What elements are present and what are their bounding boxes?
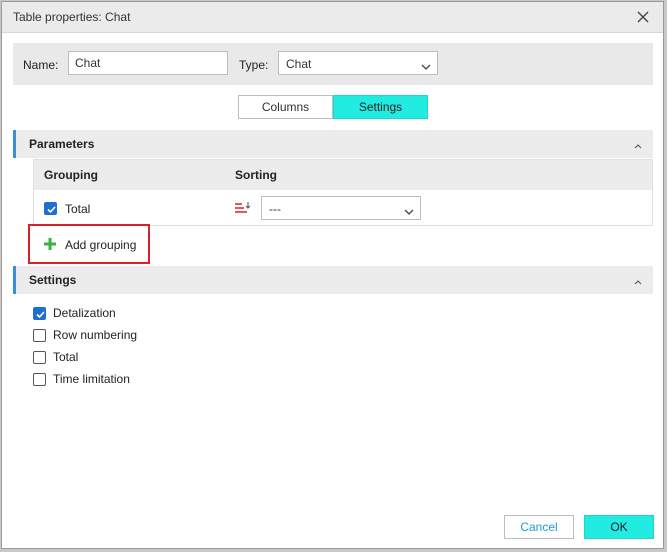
cancel-button[interactable]: Cancel	[504, 515, 574, 539]
sorting-select-value: ---	[269, 202, 281, 216]
name-input[interactable]: Chat	[68, 51, 228, 75]
total-checkbox[interactable]	[33, 351, 46, 364]
chevron-down-icon	[404, 205, 414, 215]
row-numbering-label: Row numbering	[53, 328, 138, 342]
type-select-value: Chat	[286, 57, 312, 71]
detalization-label: Detalization	[53, 306, 116, 320]
dialog-title: Table properties: Chat	[13, 10, 131, 24]
grouping-table-header: Grouping Sorting	[34, 160, 652, 190]
detalization-checkbox[interactable]	[33, 307, 46, 320]
time-limitation-label: Time limitation	[53, 372, 130, 386]
grouping-column-header: Grouping	[44, 168, 98, 182]
total-label: Total	[53, 350, 79, 364]
chevron-up-icon[interactable]	[633, 139, 643, 149]
sorting-select[interactable]: ---	[261, 196, 421, 220]
add-grouping-button[interactable]: Add grouping	[65, 238, 136, 252]
settings-title: Settings	[29, 273, 77, 287]
type-select[interactable]: Chat	[278, 51, 438, 75]
check-icon	[47, 206, 56, 214]
row-numbering-checkbox[interactable]	[33, 329, 46, 342]
time-limitation-checkbox[interactable]	[33, 373, 46, 386]
name-label: Name:	[23, 58, 59, 72]
type-label: Type:	[239, 58, 269, 72]
grouping-table: Grouping Sorting Total ---	[33, 159, 653, 226]
check-icon	[36, 311, 45, 319]
sorting-column-header: Sorting	[235, 168, 277, 182]
tab-columns[interactable]: Columns	[238, 95, 333, 119]
total-grouping-checkbox[interactable]	[44, 202, 57, 215]
ok-button[interactable]: OK	[584, 515, 654, 539]
table-properties-dialog: Table properties: Chat Name: Chat Type: …	[1, 1, 664, 549]
parameters-section-header[interactable]: Parameters	[13, 130, 653, 158]
settings-section-header[interactable]: Settings	[13, 266, 653, 294]
chevron-up-icon[interactable]	[633, 275, 643, 285]
name-type-bar: Name: Chat Type: Chat	[13, 43, 653, 85]
plus-icon[interactable]	[43, 237, 57, 251]
close-icon[interactable]	[633, 7, 653, 27]
chevron-down-icon	[421, 60, 431, 70]
parameters-title: Parameters	[29, 137, 95, 151]
dialog-titlebar: Table properties: Chat	[2, 2, 663, 33]
tab-settings[interactable]: Settings	[333, 95, 428, 119]
add-grouping-highlight: Add grouping	[28, 224, 150, 264]
sort-icon[interactable]	[234, 201, 252, 215]
grouping-row-label: Total	[65, 202, 91, 216]
